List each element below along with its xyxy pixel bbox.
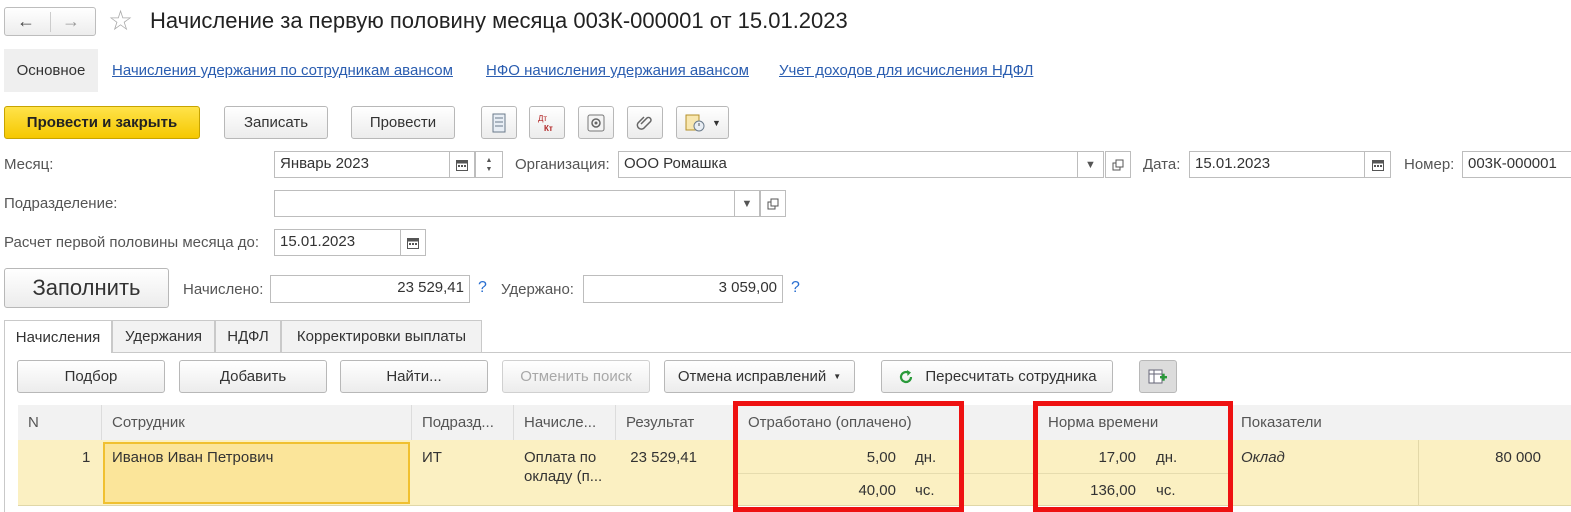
table-panel-border [4, 352, 5, 512]
nav-button-group: ← → [4, 7, 96, 36]
table-settings-button[interactable] [1139, 360, 1177, 393]
tab-ndfl[interactable]: НДФЛ [215, 320, 281, 352]
nav-link-advance-by-employee[interactable]: Начисления удержания по сотрудникам аван… [112, 62, 453, 79]
tab-withholdings[interactable]: Удержания [112, 320, 215, 352]
chevron-down-icon: ▼ [1085, 158, 1096, 171]
number-label: Номер: [1404, 156, 1455, 173]
date-calendar-button[interactable] [1364, 151, 1391, 178]
date-field[interactable]: 15.01.2023 [1189, 151, 1365, 178]
cell-result: 23 529,41 [630, 449, 697, 466]
cancel-fixes-label: Отмена исправлений [677, 368, 827, 385]
cancel-fixes-dropdown-button[interactable]: Отмена исправлений ▼ [664, 360, 855, 393]
column-header-indicators[interactable]: Показатели [1231, 405, 1571, 440]
recalculate-employee-button[interactable]: Пересчитать сотрудника [881, 360, 1113, 393]
tab-accruals[interactable]: Начисления [4, 320, 112, 353]
division-label: Подразделение: [4, 195, 118, 212]
chevron-down-icon: ▼ [833, 372, 842, 381]
indicator-divider [1418, 440, 1419, 506]
add-button[interactable]: Добавить [179, 360, 327, 393]
withheld-help-icon[interactable]: ? [791, 279, 800, 297]
highlight-norm-column [1033, 401, 1233, 512]
calendar-icon [407, 237, 419, 249]
calc-calendar-button[interactable] [400, 229, 426, 256]
nav-link-ndfl-income[interactable]: Учет доходов для исчисления НДФЛ [779, 62, 1033, 79]
nav-link-nfo-advance[interactable]: НФО начисления удержания авансом [486, 62, 749, 79]
chevron-down-icon: ▼ [741, 197, 753, 210]
report-list-button[interactable] [481, 106, 517, 139]
open-window-icon [1112, 159, 1124, 170]
tabs-baseline [4, 352, 1571, 353]
dt-kt-icon: ДтКт [538, 114, 553, 133]
column-header-result[interactable]: Результат [616, 405, 738, 440]
column-header-accrual[interactable]: Начисле... [514, 405, 616, 440]
organization-label: Организация: [515, 156, 610, 173]
document-clock-icon [685, 114, 705, 131]
forward-arrow-icon[interactable]: → [62, 11, 80, 32]
settings-button[interactable] [578, 106, 614, 139]
calendar-button[interactable] [449, 151, 475, 178]
withheld-label: Удержано: [501, 281, 574, 298]
pick-button[interactable]: Подбор [17, 360, 165, 393]
fill-button[interactable]: Заполнить [4, 268, 169, 308]
svg-text:Дт: Дт [538, 114, 547, 123]
organization-open-button[interactable] [1105, 151, 1131, 178]
cell-division: ИТ [422, 449, 442, 466]
find-button[interactable]: Найти... [340, 360, 488, 393]
stepper-down-icon: ▼ [485, 165, 493, 173]
svg-text:Кт: Кт [544, 124, 553, 133]
accrued-help-icon[interactable]: ? [478, 279, 487, 297]
number-field[interactable]: 003К-000001 [1462, 151, 1571, 178]
tab-payment-corrections[interactable]: Корректировки выплаты [281, 320, 482, 352]
cancel-search-button[interactable]: Отменить поиск [502, 360, 650, 393]
cell-accrual-line1: Оплата по [524, 449, 597, 466]
table-add-icon [1148, 369, 1167, 383]
back-arrow-icon[interactable]: ← [17, 11, 35, 32]
cell-indicator-value: 80 000 [1495, 449, 1541, 466]
cell-indicator-name: Оклад [1241, 449, 1285, 466]
nav-tab-main[interactable]: Основное [4, 49, 98, 92]
cell-employee: Иванов Иван Петрович [112, 449, 274, 466]
calc-until-label: Расчет первой половины месяца до: [4, 234, 259, 251]
calc-until-field[interactable]: 15.01.2023 [274, 229, 401, 256]
chevron-down-icon: ▼ [712, 117, 721, 128]
stepper-up-icon: ▲ [485, 156, 493, 164]
organization-field[interactable]: ООО Ромашка [618, 151, 1078, 178]
post-and-close-button[interactable]: Провести и закрыть [4, 106, 200, 139]
refresh-icon [900, 369, 913, 383]
dt-kt-button[interactable]: Дт Кт [529, 106, 565, 139]
division-open-button[interactable] [760, 190, 786, 217]
column-header-division[interactable]: Подразд... [412, 405, 514, 440]
cell-n: 1 [82, 449, 91, 466]
accrued-field: 23 529,41 [270, 275, 470, 303]
month-field[interactable]: Январь 2023 [274, 151, 450, 178]
save-button[interactable]: Записать [224, 106, 328, 139]
attach-button[interactable] [627, 106, 663, 139]
recalculate-label: Пересчитать сотрудника [925, 368, 1097, 385]
divider [50, 12, 51, 32]
accrued-label: Начислено: [183, 281, 264, 298]
list-icon [492, 113, 506, 132]
withheld-field: 3 059,00 [583, 275, 783, 303]
division-dropdown-button[interactable]: ▼ [734, 190, 760, 217]
open-window-icon [767, 198, 779, 209]
paperclip-icon [636, 115, 652, 130]
cell-accrual-line2: окладу (п... [524, 468, 603, 485]
post-button[interactable]: Провести [351, 106, 455, 139]
date-label: Дата: [1143, 156, 1181, 173]
print-dropdown-button[interactable]: ▼ [676, 106, 729, 139]
division-field[interactable] [274, 190, 735, 217]
calendar-icon [1371, 159, 1384, 171]
month-label: Месяц: [4, 156, 54, 173]
month-stepper[interactable]: ▲ ▼ [475, 151, 503, 178]
calendar-icon [456, 159, 468, 171]
page-title: Начисление за первую половину месяца 003… [150, 8, 848, 33]
column-header-employee[interactable]: Сотрудник [102, 405, 412, 440]
favorite-star-icon[interactable]: ☆ [108, 4, 133, 37]
organization-dropdown-button[interactable]: ▼ [1077, 151, 1104, 178]
column-header-n[interactable]: N [18, 405, 102, 440]
highlight-worked-column [733, 401, 964, 512]
gear-icon [587, 114, 605, 131]
